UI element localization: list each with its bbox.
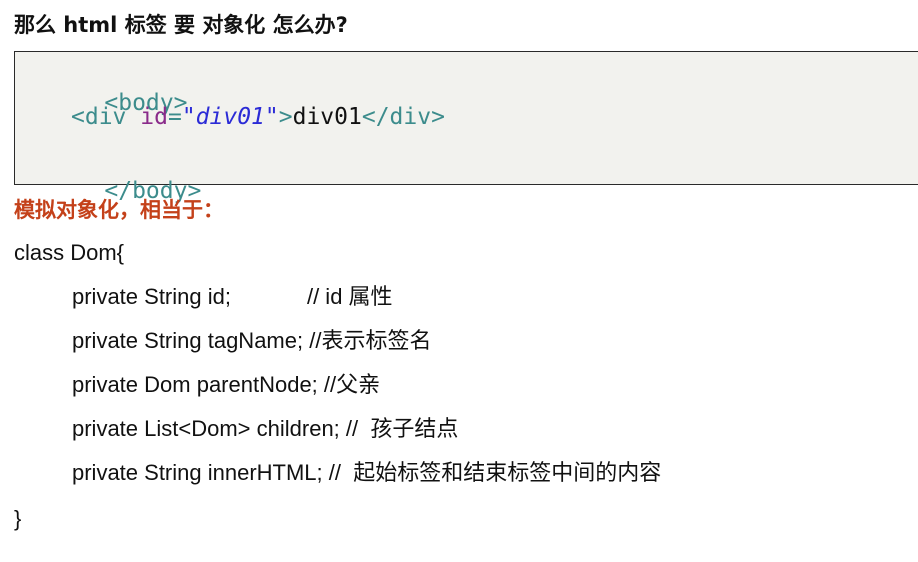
- attribute-equals: =: [167, 104, 182, 130]
- code-line-div: <div id="div01">div01</div>: [71, 102, 445, 132]
- field-comment: // 孩子结点: [345, 416, 459, 441]
- page-heading: 那么 html 标签 要 对象化 怎么办?: [14, 13, 348, 37]
- field-line-children: private List<Dom> children; // 孩子结点: [72, 414, 458, 444]
- field-declaration: private String tagName;: [72, 328, 304, 353]
- field-line-tagname: private String tagName; //表示标签名: [72, 326, 431, 356]
- div-open-tag: <div: [71, 104, 127, 130]
- html-code-block: <body> <div id="div01">div01</div> </bod…: [14, 51, 918, 204]
- field-comment: //表示标签名: [309, 328, 432, 353]
- field-comment: //父亲: [323, 372, 381, 397]
- div-open-bracket: >: [278, 104, 293, 130]
- field-comment: // id 属性: [306, 284, 393, 309]
- field-line-innerhtml: private String innerHTML; // 起始标签和结束标签中间…: [72, 458, 661, 488]
- field-line-parentnode: private Dom parentNode; //父亲: [72, 370, 380, 400]
- class-declaration-open: class Dom{: [14, 240, 125, 265]
- field-comment: // 起始标签和结束标签中间的内容: [328, 460, 662, 485]
- id-attribute-value: "div01": [181, 104, 279, 130]
- field-line-id: private String id; // id 属性: [72, 282, 393, 312]
- field-declaration: private String innerHTML;: [72, 460, 323, 485]
- id-attribute-name: id: [140, 104, 168, 130]
- div-close-tag: </div>: [361, 104, 445, 130]
- div-text-content: div01: [292, 104, 362, 130]
- field-declaration: private List<Dom> children;: [72, 416, 340, 441]
- field-declaration: private String id;: [72, 284, 231, 309]
- section-subheading: 模拟对象化，相当于：: [14, 198, 224, 222]
- field-declaration: private Dom parentNode;: [72, 372, 318, 397]
- class-declaration-close: }: [14, 506, 22, 531]
